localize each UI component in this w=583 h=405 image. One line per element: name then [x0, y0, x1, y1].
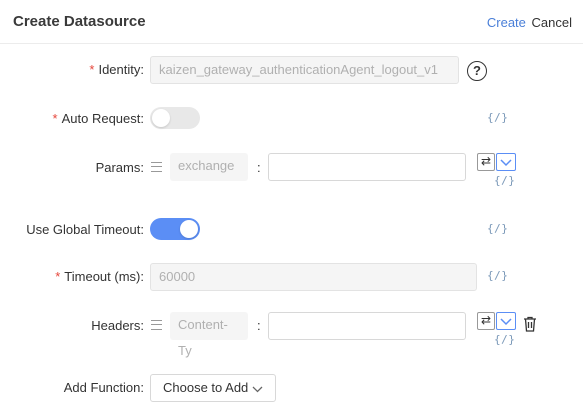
drag-handle-icon[interactable]	[151, 320, 162, 330]
timeout-label: * Timeout (ms):	[55, 269, 144, 284]
swap-icon[interactable]: ⇄	[477, 312, 495, 330]
code-expression-icon[interactable]: {/}	[494, 174, 515, 187]
help-icon[interactable]: ?	[467, 61, 487, 81]
chevron-down-icon[interactable]	[496, 312, 516, 330]
identity-field[interactable]: kaizen_gateway_authenticationAgent_logou…	[150, 56, 459, 84]
create-button[interactable]: Create	[487, 15, 526, 30]
header-key-field[interactable]: Content-Ty	[170, 312, 248, 358]
toggle-knob	[152, 109, 170, 127]
drag-handle-icon[interactable]	[151, 162, 162, 172]
param-value-field[interactable]	[268, 153, 466, 181]
chevron-down-icon	[252, 386, 263, 392]
global-timeout-label: Use Global Timeout:	[26, 222, 144, 237]
identity-label: * Identity:	[89, 62, 144, 77]
add-function-label: Add Function:	[63, 380, 144, 395]
dialog-title: Create Datasource	[13, 13, 146, 30]
trash-icon[interactable]	[523, 316, 537, 335]
required-mark: *	[89, 62, 95, 77]
key-value-separator: :	[257, 160, 261, 175]
code-expression-icon[interactable]: {/}	[494, 333, 515, 346]
code-expression-icon[interactable]: {/}	[487, 222, 508, 235]
required-mark: *	[55, 269, 61, 284]
chevron-down-icon[interactable]	[496, 153, 516, 171]
cancel-button[interactable]: Cancel	[532, 15, 572, 30]
dialog-header: Create Datasource Create Cancel	[0, 0, 583, 44]
timeout-field[interactable]: 60000	[150, 263, 477, 291]
code-expression-icon[interactable]: {/}	[487, 111, 508, 124]
params-label: Params:	[95, 160, 144, 175]
param-key-field[interactable]: exchange	[170, 153, 248, 181]
swap-icon[interactable]: ⇄	[477, 153, 495, 171]
key-value-separator: :	[257, 318, 261, 333]
headers-label: Headers:	[91, 318, 144, 333]
header-value-field[interactable]	[268, 312, 466, 340]
auto-request-toggle[interactable]	[150, 107, 200, 129]
global-timeout-toggle[interactable]	[150, 218, 200, 240]
add-function-select[interactable]: Choose to Add	[150, 374, 277, 402]
header-actions: Create Cancel	[487, 15, 572, 30]
auto-request-label: * Auto Request:	[52, 111, 144, 126]
required-mark: *	[52, 111, 58, 126]
code-expression-icon[interactable]: {/}	[487, 269, 508, 282]
toggle-knob	[180, 220, 198, 238]
